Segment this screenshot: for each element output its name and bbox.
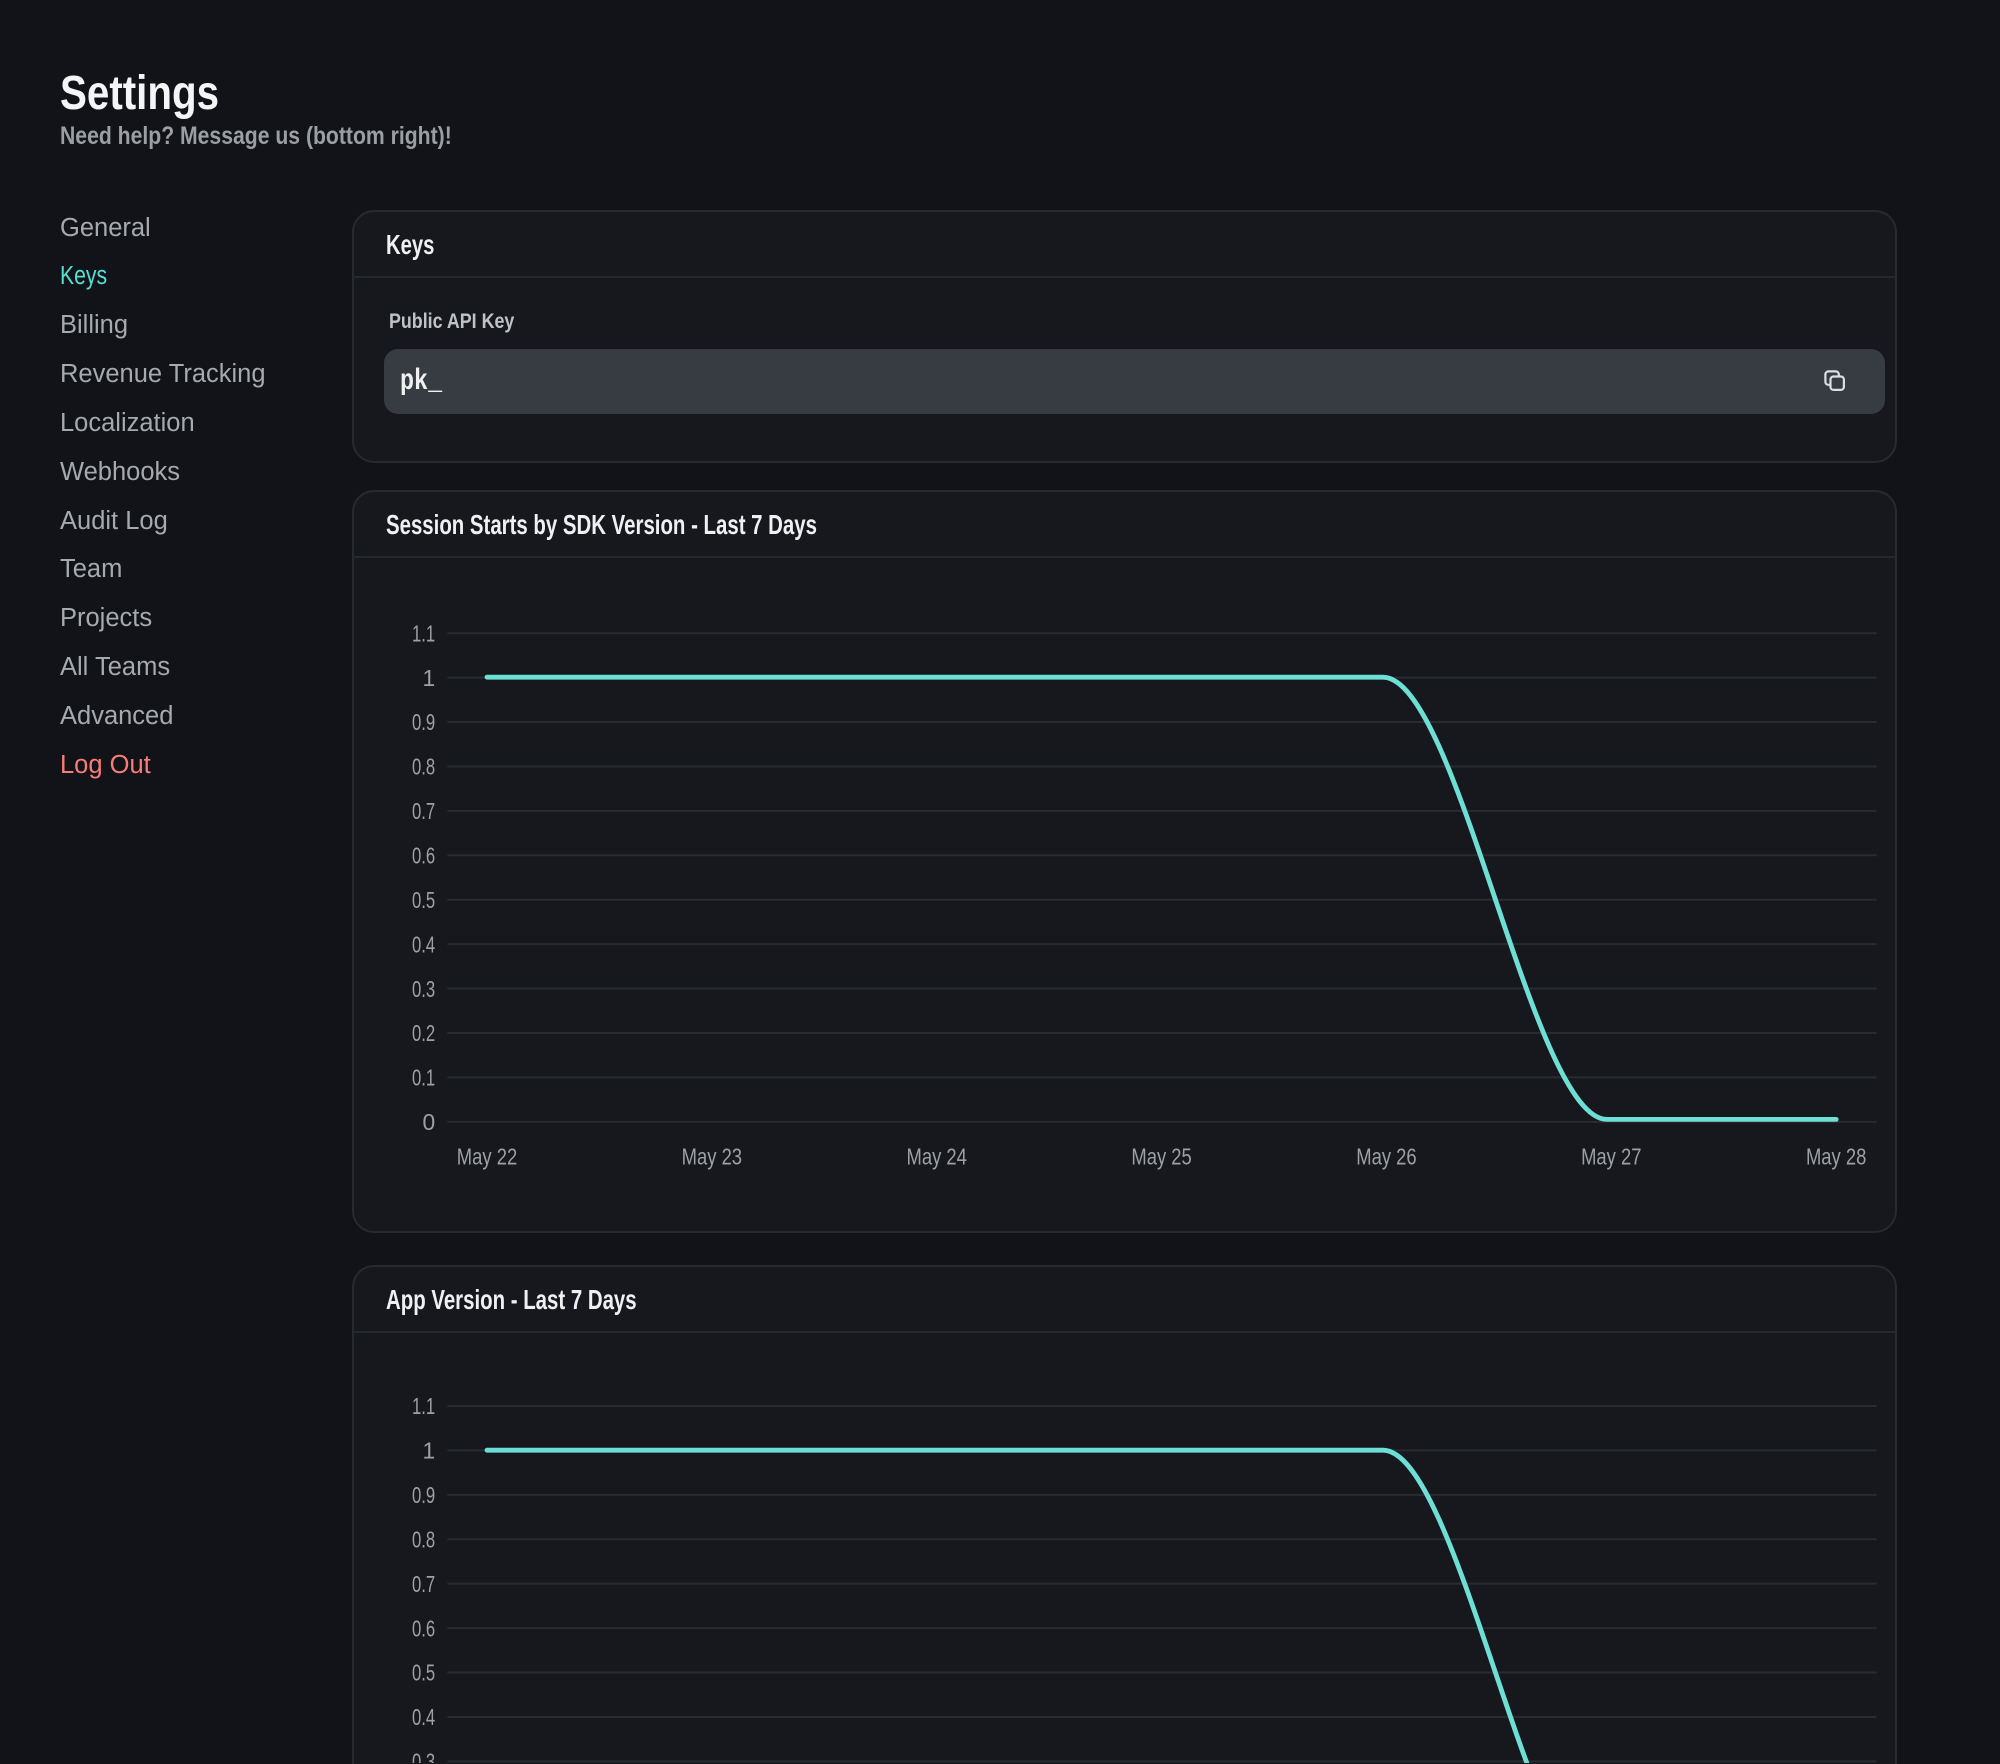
svg-text:1.1: 1.1 xyxy=(412,620,435,646)
svg-text:May 24: May 24 xyxy=(907,1143,968,1169)
svg-text:0.3: 0.3 xyxy=(412,976,435,1002)
svg-text:May 28: May 28 xyxy=(1806,1143,1866,1169)
svg-text:0.5: 0.5 xyxy=(412,1660,435,1686)
svg-text:May 25: May 25 xyxy=(1131,1143,1191,1169)
svg-text:May 22: May 22 xyxy=(457,1143,517,1169)
svg-text:1: 1 xyxy=(423,665,436,691)
svg-text:0.1: 0.1 xyxy=(412,1065,435,1091)
svg-text:0.4: 0.4 xyxy=(412,1704,435,1730)
svg-text:0: 0 xyxy=(423,1109,436,1135)
svg-text:1.1: 1.1 xyxy=(412,1393,435,1419)
svg-text:1: 1 xyxy=(423,1438,436,1464)
svg-text:0.8: 0.8 xyxy=(412,1526,435,1552)
svg-text:May 27: May 27 xyxy=(1581,1143,1641,1169)
svg-text:0.7: 0.7 xyxy=(412,1571,435,1597)
svg-text:0.6: 0.6 xyxy=(412,843,435,869)
svg-text:May 23: May 23 xyxy=(682,1143,742,1169)
svg-text:0.6: 0.6 xyxy=(412,1615,435,1641)
svg-text:0.8: 0.8 xyxy=(412,754,435,780)
svg-text:May 26: May 26 xyxy=(1356,1143,1416,1169)
svg-text:0.9: 0.9 xyxy=(412,709,435,735)
svg-text:0.7: 0.7 xyxy=(412,798,435,824)
svg-text:0.2: 0.2 xyxy=(412,1020,435,1046)
svg-text:0.3: 0.3 xyxy=(412,1749,435,1763)
svg-text:0.4: 0.4 xyxy=(412,931,435,957)
svg-text:0.5: 0.5 xyxy=(412,887,435,913)
svg-text:0.9: 0.9 xyxy=(412,1482,435,1508)
